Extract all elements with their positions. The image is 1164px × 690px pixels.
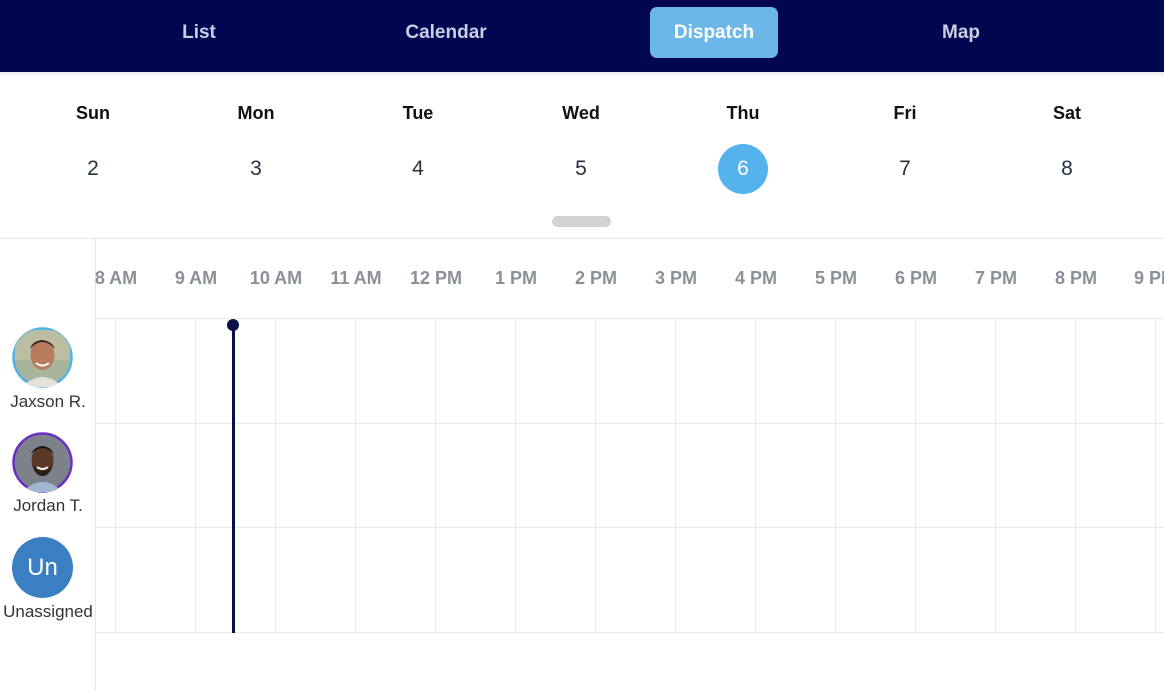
grid-hour-line	[1155, 318, 1156, 633]
tab-map[interactable]: Map	[920, 7, 1002, 58]
day-number-3[interactable]: 3	[231, 144, 281, 194]
grid-hour-line	[275, 318, 276, 633]
current-time-line	[232, 325, 235, 633]
hour-label-5pm: 5 PM	[814, 268, 857, 288]
hour-label-11am: 11 AM	[330, 268, 382, 288]
grid-hour-line	[995, 318, 996, 633]
week-drag-handle[interactable]	[552, 216, 611, 227]
grid-hour-line	[435, 318, 436, 633]
grid-hour-line	[115, 318, 116, 633]
avatar-photo-jaxson	[12, 327, 73, 388]
hour-label-1pm: 1 PM	[494, 268, 537, 288]
grid-hour-line	[355, 318, 356, 633]
avatar-unassigned[interactable]: Un	[12, 537, 73, 598]
grid-hour-line	[755, 318, 756, 633]
grid-hour-line	[195, 318, 196, 633]
hour-label-8pm: 8 PM	[1054, 268, 1097, 288]
grid-row-line	[96, 318, 1164, 319]
day-name-mon: Mon	[237, 103, 275, 123]
day-name-thu: Thu	[726, 103, 760, 123]
grid-row-line	[96, 423, 1164, 424]
grid-hour-line	[675, 318, 676, 633]
hour-label-6pm: 6 PM	[894, 268, 937, 288]
tab-calendar[interactable]: Calendar	[385, 7, 507, 58]
avatar-initials-unassigned: Un	[27, 553, 58, 581]
day-name-sat: Sat	[1052, 103, 1081, 123]
avatar-jaxson[interactable]	[12, 327, 73, 388]
grid-hour-line	[515, 318, 516, 633]
top-nav: List Calendar Dispatch Map	[0, 0, 1164, 72]
day-number-6-selected[interactable]: 6	[718, 144, 768, 194]
hour-label-8am: 8 AM	[94, 268, 138, 288]
avatar-jordan[interactable]	[12, 432, 73, 493]
hour-label-4pm: 4 PM	[734, 268, 777, 288]
resource-name-jaxson: Jaxson R.	[10, 392, 86, 411]
grid-row-line	[96, 527, 1164, 528]
day-name-wed: Wed	[562, 103, 600, 123]
hour-label-12pm: 12 PM	[409, 268, 463, 288]
hour-label-9pm: 9 PM	[1134, 268, 1164, 288]
avatar-photo-jordan	[12, 432, 73, 493]
nav-shadow	[0, 72, 1164, 78]
hour-label-9am: 9 AM	[174, 268, 218, 288]
resource-name-unassigned: Unassigned	[3, 602, 93, 621]
day-number-7[interactable]: 7	[880, 144, 930, 194]
resource-column-divider	[95, 239, 96, 690]
week-divider	[0, 238, 1164, 239]
hour-label-2pm: 2 PM	[574, 268, 617, 288]
hour-label-10am: 10 AM	[249, 268, 303, 288]
grid-hour-line	[915, 318, 916, 633]
day-number-4[interactable]: 4	[393, 144, 443, 194]
hour-label-7pm: 7 PM	[974, 268, 1017, 288]
grid-hour-line	[1075, 318, 1076, 633]
day-name-sun: Sun	[76, 103, 110, 123]
tab-list[interactable]: List	[150, 7, 248, 58]
tab-dispatch[interactable]: Dispatch	[650, 7, 778, 58]
grid-hour-line	[595, 318, 596, 633]
grid-hour-line	[835, 318, 836, 633]
day-name-fri: Fri	[893, 103, 917, 123]
day-name-tue: Tue	[402, 103, 434, 123]
day-number-2[interactable]: 2	[68, 144, 118, 194]
day-number-8[interactable]: 8	[1042, 144, 1092, 194]
grid-row-line	[96, 632, 1164, 633]
resource-name-jordan: Jordan T.	[13, 496, 83, 515]
day-number-5[interactable]: 5	[556, 144, 606, 194]
hour-label-3pm: 3 PM	[654, 268, 697, 288]
